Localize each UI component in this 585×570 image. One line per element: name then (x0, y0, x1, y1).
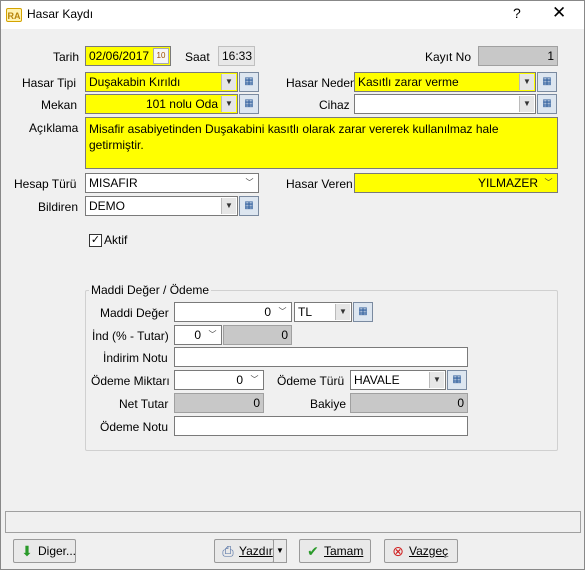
aktif-checkbox[interactable]: ✓ (89, 234, 102, 247)
hasarnedeni-value: Kasıtlı zarar verme (358, 75, 459, 89)
odememiktari-value: 0 (236, 373, 243, 387)
chevron-down-icon[interactable]: ﹀ (541, 175, 556, 191)
hasarveren-value: YILMAZER (477, 176, 538, 190)
hasartipi-select[interactable]: Duşakabin Kırıldı ▼ (85, 72, 238, 92)
cancel-icon: ⊗ (392, 543, 404, 559)
hasar-kaydi-window: RA Hasar Kaydı ? ✕ Tarih 02/06/2017 10 S… (0, 0, 585, 570)
checkmark-icon: ✔ (307, 543, 319, 559)
chevron-down-icon[interactable]: ﹀ (247, 372, 262, 388)
bildiren-select[interactable]: DEMO ▼ (85, 196, 238, 216)
close-icon[interactable]: ✕ (552, 3, 566, 23)
arrow-down-icon: ⬇ (21, 543, 33, 559)
tamam-button[interactable]: ✔ Tamam (299, 539, 371, 563)
chevron-down-icon[interactable]: ▼ (221, 74, 236, 90)
yazdir-button-label: Yazdır (239, 544, 273, 558)
mekan-lookup-button[interactable]: ▦ (239, 94, 259, 114)
status-bar (5, 511, 581, 533)
help-icon[interactable]: ? (513, 5, 521, 21)
yazdir-dropdown-button[interactable]: ▼ (273, 539, 287, 563)
tarih-field[interactable]: 02/06/2017 10 (85, 46, 171, 66)
saat-label: Saat (185, 50, 210, 64)
vazgec-button-label: Vazgeç (409, 544, 449, 558)
bildiren-lookup-button[interactable]: ▦ (239, 196, 259, 216)
cihaz-lookup-button[interactable]: ▦ (537, 94, 557, 114)
odemeturu-value: HAVALE (354, 373, 400, 387)
hasarveren-select[interactable]: YILMAZER ﹀ (354, 173, 558, 193)
kayitno-label: Kayıt No (425, 50, 472, 64)
window-title: Hasar Kaydı (27, 7, 94, 21)
mekan-select[interactable]: 101 nolu Oda ▼ (85, 94, 238, 114)
yazdir-button[interactable]: ⎙ Yazdır (214, 539, 274, 563)
ind-percent-field[interactable]: 0 ﹀ (174, 325, 222, 345)
tarih-value: 02/06/2017 (89, 49, 150, 63)
cihaz-label: Cihaz (319, 98, 350, 112)
diger-button-label: Diger... (38, 544, 77, 558)
chevron-down-icon[interactable]: ▼ (519, 96, 534, 112)
saat-field[interactable]: 16:33 (218, 46, 255, 66)
hesapturu-value: MISAFIR (89, 176, 138, 190)
tarih-label: Tarih (53, 50, 80, 64)
odememiktari-field[interactable]: 0 ﹀ (174, 370, 264, 390)
hasarveren-label: Hasar Veren (286, 177, 353, 191)
chevron-down-icon[interactable]: ▼ (519, 74, 534, 90)
aciklama-textarea[interactable]: Misafir asabiyetinden Duşakabini kasıtlı… (85, 117, 558, 169)
hesapturu-label: Hesap Türü (14, 177, 77, 191)
currency-value: TL (298, 305, 313, 319)
currency-select[interactable]: TL ▼ (294, 302, 352, 322)
nettutar-label: Net Tutar (119, 397, 169, 411)
vazgec-button[interactable]: ⊗ Vazgeç (384, 539, 458, 563)
hasartipi-label: Hasar Tipi (22, 76, 77, 90)
hesapturu-select[interactable]: MISAFIR ﹀ (85, 173, 259, 193)
aktif-label: Aktif (104, 233, 128, 247)
hasarnedeni-select[interactable]: Kasıtlı zarar verme ▼ (354, 72, 536, 92)
printer-icon: ⎙ (222, 543, 234, 559)
cihaz-select[interactable]: ▼ (354, 94, 536, 114)
bakiye-label: Bakiye (310, 397, 347, 411)
calendar-icon[interactable]: 10 (153, 48, 169, 64)
odeme-group-title: Maddi Değer / Ödeme (89, 283, 212, 297)
mekan-label: Mekan (41, 98, 78, 112)
hasarnedeni-lookup-button[interactable]: ▦ (537, 72, 557, 92)
maddideger-value: 0 (264, 305, 271, 319)
kayitno-field: 1 (478, 46, 558, 66)
mekan-value: 101 nolu Oda (145, 97, 218, 111)
hasartipi-value: Duşakabin Kırıldı (89, 75, 181, 89)
maddideger-label: Maddi Değer (100, 306, 169, 320)
odememiktari-label: Ödeme Miktarı (91, 374, 170, 388)
odemenotu-field[interactable] (174, 416, 468, 436)
ind-percent-value: 0 (194, 328, 201, 342)
chevron-down-icon[interactable]: ▼ (335, 304, 350, 320)
chevron-down-icon[interactable]: ﹀ (242, 175, 257, 191)
indirimnotu-label: İndirim Notu (103, 351, 168, 365)
hasartipi-lookup-button[interactable]: ▦ (239, 72, 259, 92)
odemeturu-select[interactable]: HAVALE ▼ (350, 370, 446, 390)
chevron-down-icon[interactable]: ▼ (221, 198, 236, 214)
chevron-down-icon[interactable]: ﹀ (275, 304, 290, 320)
odemeturu-lookup-button[interactable]: ▦ (447, 370, 467, 390)
currency-lookup-button[interactable]: ▦ (353, 302, 373, 322)
bildiren-label: Bildiren (38, 200, 79, 214)
tamam-button-label: Tamam (324, 544, 364, 558)
nettutar-field: 0 (174, 393, 264, 413)
odemenotu-label: Ödeme Notu (100, 420, 169, 434)
ind-amount-field: 0 (223, 325, 292, 345)
chevron-down-icon[interactable]: ﹀ (205, 327, 220, 343)
chevron-down-icon[interactable]: ▼ (429, 372, 444, 388)
app-logo-icon: RA (6, 8, 22, 22)
bakiye-field: 0 (350, 393, 468, 413)
odemeturu-label: Ödeme Türü (277, 374, 345, 388)
hasarnedeni-label: Hasar Nedeni (286, 76, 360, 90)
diger-button[interactable]: ⬇ Diger... (13, 539, 76, 563)
title-bar: RA Hasar Kaydı ? ✕ (1, 1, 584, 29)
chevron-down-icon[interactable]: ▼ (221, 96, 236, 112)
indirimnotu-field[interactable] (174, 347, 468, 367)
aciklama-label: Açıklama (29, 121, 79, 135)
bildiren-value: DEMO (89, 199, 125, 213)
ind-label: İnd (% - Tutar) (92, 329, 169, 343)
maddideger-field[interactable]: 0 ﹀ (174, 302, 292, 322)
